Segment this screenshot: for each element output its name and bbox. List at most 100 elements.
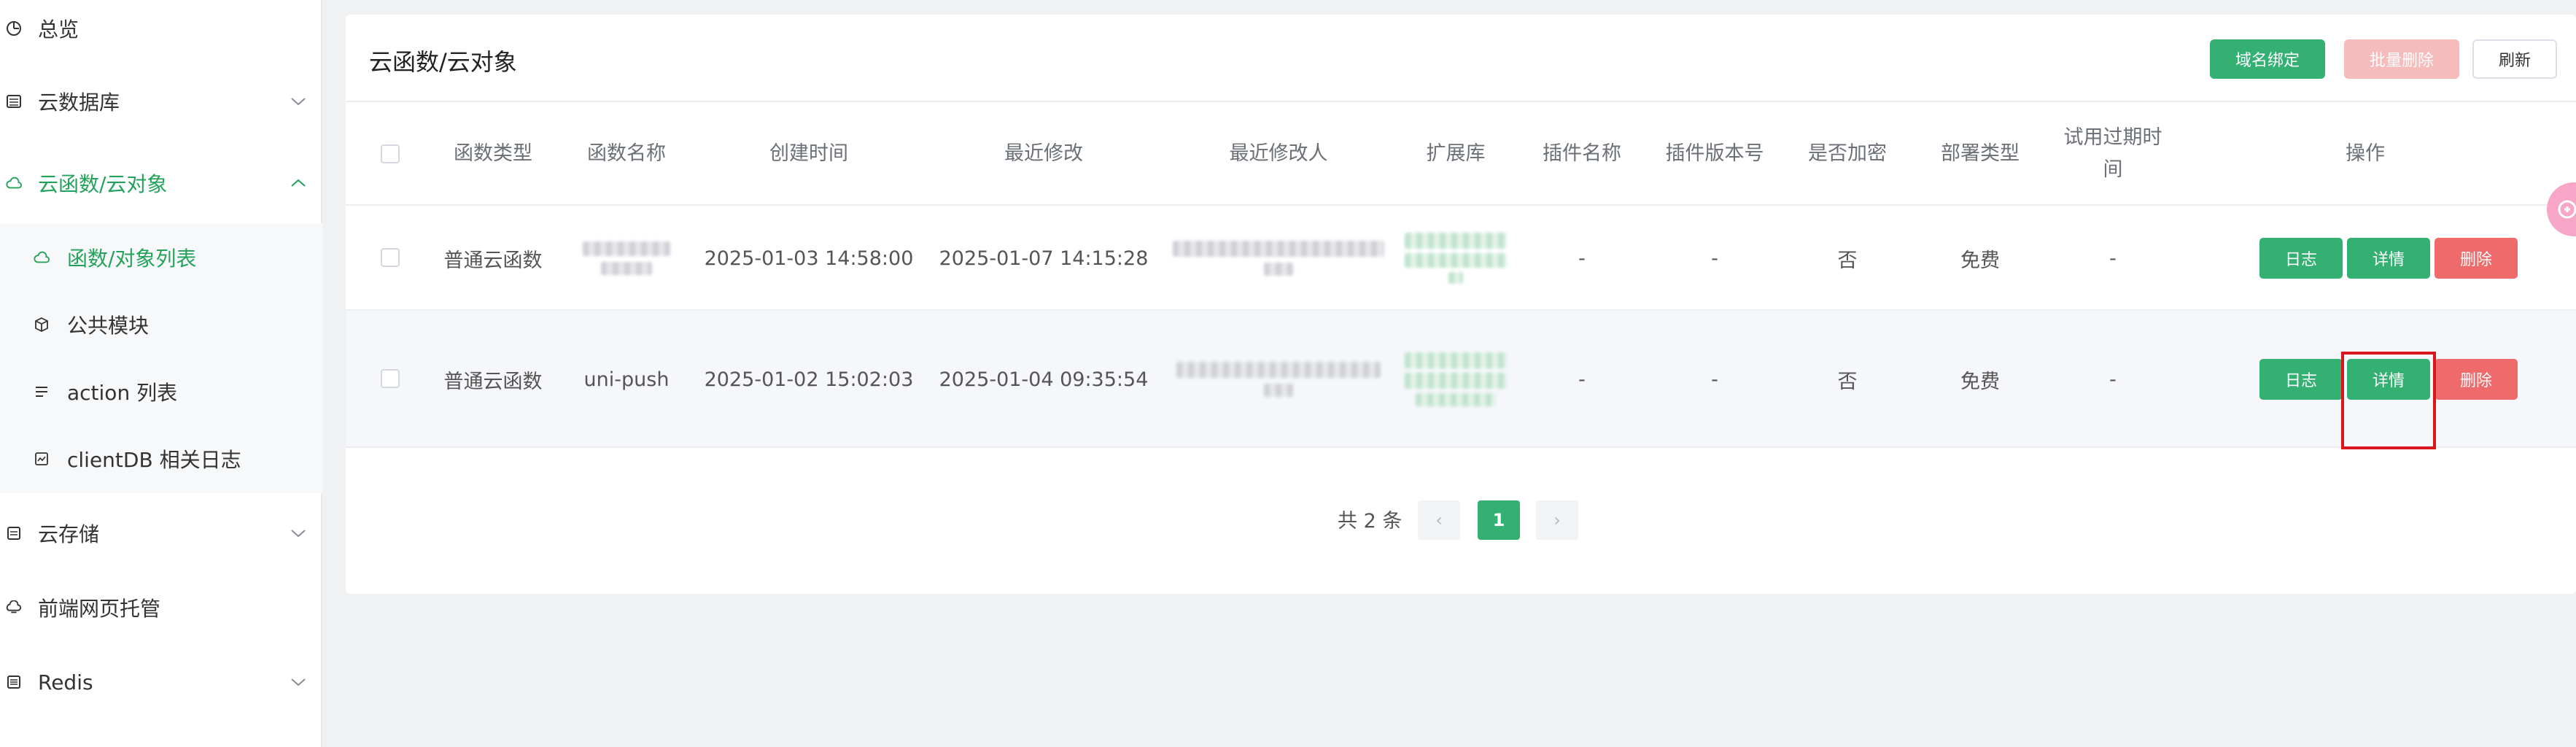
cell-ext xyxy=(1396,311,1516,448)
cell-modifier xyxy=(1161,311,1396,448)
column-header-actions: 操作 xyxy=(2346,142,2385,165)
sidebar-subitem-common-modules[interactable]: 公共模块 xyxy=(0,292,322,357)
cell-plugin-version: - xyxy=(1711,368,1718,391)
log-button[interactable]: 日志 xyxy=(2259,238,2343,279)
sidebar-subitem-label: 公共模块 xyxy=(67,314,150,338)
sidebar-subitem-label: 函数/对象列表 xyxy=(67,247,197,271)
sidebar-item-web-hosting[interactable]: 前端网页托管 xyxy=(0,575,322,640)
delete-button[interactable]: 删除 xyxy=(2435,359,2518,400)
column-header-trial-expire-line2: 间 xyxy=(2103,158,2123,181)
column-header-modifier: 最近修改人 xyxy=(1229,142,1328,165)
cloud-icon xyxy=(6,175,22,191)
sidebar-item-overview[interactable]: 总览 xyxy=(0,0,322,61)
cell-modifier xyxy=(1161,206,1396,311)
sidebar-subitem-function-list[interactable]: 函数/对象列表 xyxy=(0,225,322,290)
cell-deploy: 免费 xyxy=(1960,249,2000,272)
sidebar-subitem-clientdb-logs[interactable]: clientDB 相关日志 xyxy=(0,426,322,492)
sidebar-subitem-action-list[interactable]: action 列表 xyxy=(0,359,322,425)
column-header-plugin-version: 插件版本号 xyxy=(1665,142,1764,165)
redacted-text xyxy=(1264,263,1293,276)
redacted-text xyxy=(601,262,652,275)
panel-header: 云函数/云对象 域名绑定 批量删除 刷新 xyxy=(346,15,2576,102)
cell-modified: 2025-01-07 14:15:28 xyxy=(939,247,1149,270)
log-button[interactable]: 日志 xyxy=(2259,359,2343,400)
sidebar-item-label: 云存储 xyxy=(38,522,100,546)
cell-encrypted: 否 xyxy=(1837,370,1858,393)
redacted-text xyxy=(1405,373,1507,389)
batch-delete-button[interactable]: 批量删除 xyxy=(2344,39,2459,79)
storage-icon xyxy=(6,525,22,541)
chevron-down-icon xyxy=(289,673,308,692)
redis-icon xyxy=(6,674,22,690)
redacted-text xyxy=(583,241,670,256)
cell-type: 普通云函数 xyxy=(443,370,543,393)
cell-ext xyxy=(1396,206,1516,311)
redacted-text xyxy=(1405,233,1507,249)
cell-plugin-name: - xyxy=(1578,247,1586,270)
cloud-icon xyxy=(34,249,50,266)
redacted-text xyxy=(1405,253,1507,268)
chevron-down-icon xyxy=(289,92,308,111)
dashboard-icon xyxy=(6,20,22,36)
bind-domain-button[interactable]: 域名绑定 xyxy=(2210,39,2325,79)
cell-name xyxy=(562,206,691,311)
chevron-down-icon xyxy=(289,524,308,543)
function-list-panel: 云函数/云对象 域名绑定 批量删除 刷新 函数类型 函数名称 创建时间 最近修改… xyxy=(346,15,2576,594)
sidebar-item-label: 云函数/云对象 xyxy=(38,172,168,196)
detail-button[interactable]: 详情 xyxy=(2347,359,2430,400)
pagination-next-button[interactable]: › xyxy=(1536,500,1578,540)
cell-type: 普通云函数 xyxy=(443,249,543,272)
sidebar-subitem-label: action 列表 xyxy=(67,381,178,405)
log-icon xyxy=(34,451,50,467)
sidebar-subitem-label: clientDB 相关日志 xyxy=(67,448,241,472)
redacted-text xyxy=(1173,241,1384,257)
sidebar: 总览 云数据库 云函数/云对象 函数/对象列表 公共模块 action 列表 c… xyxy=(0,0,322,747)
select-all-checkbox[interactable] xyxy=(381,144,400,163)
cell-created: 2025-01-02 15:02:03 xyxy=(704,368,914,391)
pagination-prev-button[interactable]: ‹ xyxy=(1418,500,1460,540)
redacted-text xyxy=(1448,272,1463,284)
redacted-text xyxy=(1416,393,1496,406)
cell-encrypted: 否 xyxy=(1837,249,1858,272)
column-header-name: 函数名称 xyxy=(587,142,666,165)
page-title: 云函数/云对象 xyxy=(369,48,517,76)
cell-name: uni-push xyxy=(583,368,670,391)
cell-plugin-name: - xyxy=(1578,368,1586,391)
row-checkbox[interactable] xyxy=(381,369,400,388)
column-header-type: 函数类型 xyxy=(454,142,532,165)
redacted-text xyxy=(1264,384,1293,397)
redacted-text xyxy=(1176,362,1381,378)
database-icon xyxy=(6,93,22,109)
row-checkbox[interactable] xyxy=(381,248,400,267)
sidebar-item-label: 总览 xyxy=(38,18,79,42)
sidebar-item-cloud-functions[interactable]: 云函数/云对象 xyxy=(0,150,322,216)
column-header-deploy: 部署类型 xyxy=(1941,142,2020,165)
pagination-total: 共 2 条 xyxy=(1338,510,1403,533)
hosting-icon xyxy=(6,600,22,616)
cube-icon xyxy=(34,317,50,333)
cell-modified: 2025-01-04 09:35:54 xyxy=(939,368,1149,391)
delete-button[interactable]: 删除 xyxy=(2435,238,2518,279)
column-header-trial-expire-line1: 试用过期时 xyxy=(2063,126,2162,149)
table-row: 普通云函数 uni-push 2025-01-02 15:02:03 2025-… xyxy=(346,311,2576,449)
sidebar-item-label: Redis xyxy=(38,670,93,694)
refresh-button[interactable]: 刷新 xyxy=(2472,39,2557,79)
chevron-up-icon xyxy=(289,174,308,193)
sidebar-item-redis[interactable]: Redis xyxy=(0,649,322,715)
column-header-created: 创建时间 xyxy=(769,142,848,165)
sidebar-item-storage[interactable]: 云存储 xyxy=(0,500,322,566)
sidebar-item-database[interactable]: 云数据库 xyxy=(0,69,322,134)
list-icon xyxy=(34,384,50,400)
pagination-page-1[interactable]: 1 xyxy=(1478,500,1520,540)
cell-created: 2025-01-03 14:58:00 xyxy=(704,247,914,270)
column-header-plugin-name: 插件名称 xyxy=(1543,142,1621,165)
table-row: 普通云函数 2025-01-03 14:58:00 2025-01-07 14:… xyxy=(346,206,2576,311)
column-header-modified: 最近修改 xyxy=(1004,142,1083,165)
detail-button[interactable]: 详情 xyxy=(2347,238,2430,279)
sidebar-item-label: 前端网页托管 xyxy=(38,597,161,621)
sidebar-item-label: 云数据库 xyxy=(38,90,120,115)
cell-plugin-version: - xyxy=(1711,247,1718,270)
cell-trial-expire: - xyxy=(2109,368,2117,391)
table-header: 函数类型 函数名称 创建时间 最近修改 最近修改人 扩展库 插件名称 插件版本号… xyxy=(346,102,2576,206)
redacted-text xyxy=(1405,352,1507,368)
